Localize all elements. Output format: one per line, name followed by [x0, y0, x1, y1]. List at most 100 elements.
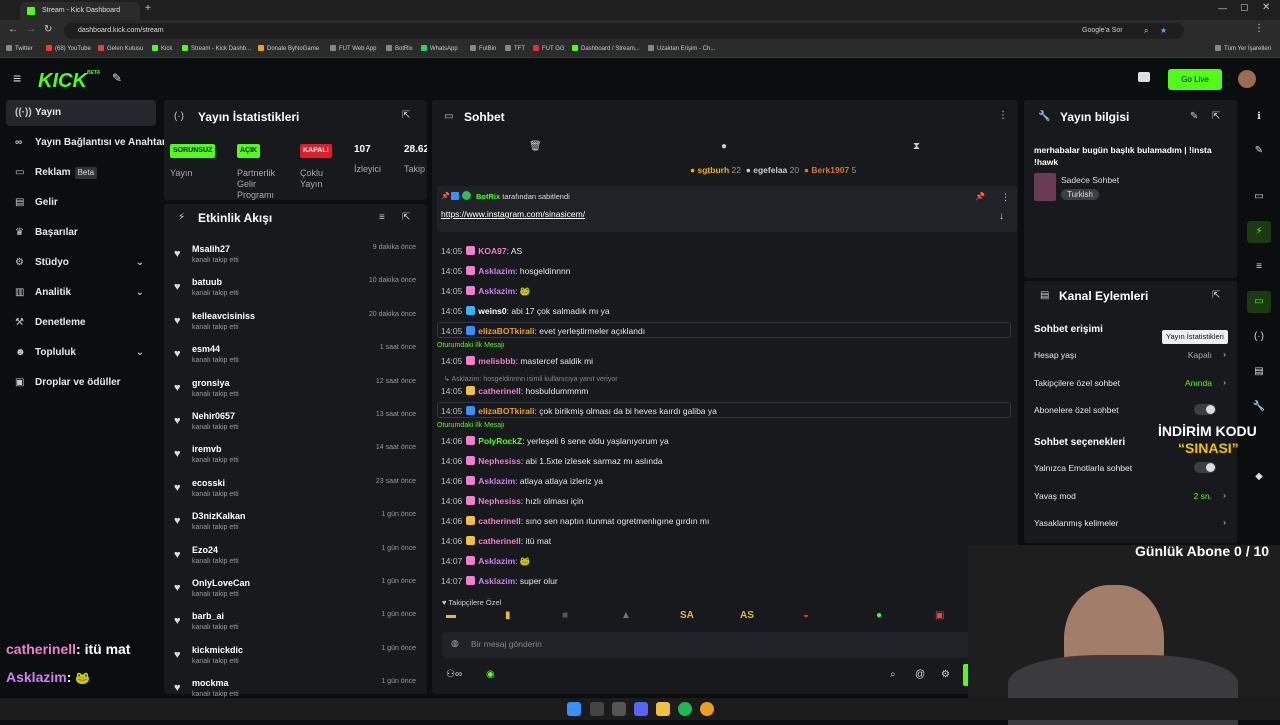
- chrome-icon[interactable]: [700, 702, 714, 716]
- search-icon[interactable]: ⌕: [890, 669, 896, 680]
- toggle-switch[interactable]: [1194, 462, 1216, 473]
- follower-name[interactable]: mockma: [192, 678, 229, 688]
- go-live-button[interactable]: Go Live: [1168, 69, 1222, 90]
- folder-icon[interactable]: [656, 702, 670, 716]
- edit-icon[interactable]: ✎: [1247, 140, 1271, 162]
- back-icon[interactable]: ←: [8, 24, 18, 35]
- bookmark[interactable]: FutBin: [470, 45, 496, 52]
- popout-icon[interactable]: ⇱: [1212, 290, 1220, 301]
- emote[interactable]: ▬: [446, 610, 456, 621]
- close-icon[interactable]: ✕: [1262, 2, 1270, 13]
- sidebar-item-stream[interactable]: ((·)) Yayın: [6, 100, 156, 126]
- setting-banned-words[interactable]: Yasaklanmış kelimeler ›: [1034, 517, 1226, 528]
- wrench-icon[interactable]: 🔧: [1247, 396, 1271, 418]
- kick-emote-icon[interactable]: ◉: [486, 669, 495, 680]
- activity-feed-item[interactable]: ♥ ecosski kanalı takip etti 23 saat önce: [170, 478, 420, 508]
- follower-name[interactable]: ecosski: [192, 478, 225, 488]
- activity-feed-item[interactable]: ♥ barb_ai kanalı takip etti 1 gün önce: [170, 611, 420, 641]
- bookmark[interactable]: FUT Web App: [330, 45, 376, 52]
- chat-input[interactable]: ◍ Bir mesaj gönderin: [442, 632, 972, 658]
- follower-name[interactable]: esm44: [192, 344, 220, 354]
- follower-name[interactable]: batuub: [192, 277, 222, 287]
- chat-username[interactable]: Nephesiss: [478, 456, 521, 466]
- kick-logo[interactable]: KICKBETA: [38, 70, 100, 93]
- bookmark[interactable]: Uzaktan Erişim - Ch...: [648, 45, 715, 52]
- menu-dots-icon[interactable]: ⋮: [1001, 192, 1010, 203]
- bookmark[interactable]: Dashboard / Stream...: [572, 45, 640, 52]
- browser-tab[interactable]: Stream - Kick Dashboard: [20, 2, 140, 20]
- chat-username[interactable]: Asklazim: [478, 266, 515, 276]
- gem-icon[interactable]: ◆: [1247, 466, 1271, 488]
- filter-icon[interactable]: ≡: [379, 212, 385, 223]
- bookmark[interactable]: Donate ByNoGame: [258, 45, 319, 52]
- chat-bubble-icon[interactable]: ●: [721, 141, 727, 152]
- chat-username[interactable]: Asklazim: [478, 576, 515, 586]
- popout-icon[interactable]: ⇱: [1212, 111, 1220, 122]
- star-icon[interactable]: ★: [1160, 23, 1167, 39]
- gifter-name[interactable]: sgtburh: [698, 165, 730, 175]
- sidebar-item-stream-key[interactable]: ∞ Yayın Bağlantısı ve Anahtarı: [6, 130, 169, 156]
- hamburger-icon[interactable]: ≡: [13, 70, 21, 86]
- bookmark[interactable]: Gelen Kutusu: [98, 45, 143, 52]
- video-icon[interactable]: ▭: [1247, 186, 1271, 208]
- follower-name[interactable]: kelleavcisiniss: [192, 311, 255, 321]
- follower-name[interactable]: Msalih27: [192, 244, 230, 254]
- list-icon[interactable]: ≡: [1247, 256, 1271, 278]
- chat-username[interactable]: catherinell: [478, 536, 521, 546]
- address-input[interactable]: dashboard.kick.com/stream Google'a Sor ⌕…: [64, 23, 1184, 39]
- bookmark[interactable]: FUT GG: [533, 45, 565, 52]
- follower-name[interactable]: OnlyLoveCan: [192, 578, 250, 588]
- reload-icon[interactable]: ↻: [44, 24, 52, 35]
- sidebar-item-moderation[interactable]: ⚒ Denetleme: [6, 310, 156, 336]
- follower-name[interactable]: Ezo24: [192, 545, 218, 555]
- setting-slow-mode[interactable]: Yavaş mod 2 sn. ›: [1034, 490, 1226, 501]
- activity-feed-item[interactable]: ♥ kelleavcisiniss kanalı takip etti 20 daki…: [170, 311, 420, 341]
- activity-feed-item[interactable]: ♥ esm44 kanalı takip etti 1 saat önce: [170, 344, 420, 374]
- chat-username[interactable]: elizaBOTkirali: [478, 326, 534, 336]
- setting-subscribers-only[interactable]: Abonelere özel sohbet: [1034, 404, 1226, 415]
- chat-username[interactable]: KOA97: [478, 246, 506, 256]
- broadcast-icon[interactable]: (·): [1247, 326, 1271, 348]
- category-name[interactable]: Sadece Sohbet: [1061, 175, 1119, 185]
- emote[interactable]: ■: [562, 610, 568, 621]
- activity-feed-item[interactable]: ♥ batuub kanalı takip etti 10 dakika önce: [170, 277, 420, 307]
- activity-feed-item[interactable]: ♥ gronsiya kanalı takip etti 12 saat önce: [170, 378, 420, 408]
- emote[interactable]: ▲: [621, 610, 631, 621]
- sidebar-item-community[interactable]: ☻ Topluluk ⌄: [6, 340, 156, 366]
- zoom-icon[interactable]: ⌕: [1144, 23, 1148, 39]
- follower-name[interactable]: kickmickdic: [192, 645, 243, 655]
- chat-username[interactable]: Asklazim: [478, 556, 515, 566]
- controller-icon[interactable]: [1138, 72, 1150, 82]
- follower-name[interactable]: D3nizKalkan: [192, 511, 246, 521]
- discord-icon[interactable]: [634, 702, 648, 716]
- sidebar-item-revenue[interactable]: ▤ Gelir: [6, 190, 156, 216]
- hourglass-icon[interactable]: ⧗: [913, 141, 920, 152]
- sidebar-item-drops[interactable]: ▣ Droplar ve ödüller: [6, 370, 156, 396]
- emote[interactable]: ◒: [803, 610, 809, 621]
- popout-icon[interactable]: ⇱: [402, 212, 410, 223]
- chat-username[interactable]: PolyRockZ: [478, 436, 522, 446]
- menu-dots-icon[interactable]: ⋮: [1254, 23, 1264, 34]
- gear-icon[interactable]: ⚙: [941, 669, 950, 680]
- sidebar-item-ads[interactable]: ▭ Reklam Beta: [6, 160, 156, 186]
- setting-account-age[interactable]: Hesap yaşı Kapalı ›: [1034, 349, 1226, 360]
- menu-dots-icon[interactable]: ⋮: [998, 110, 1008, 121]
- app-icon[interactable]: [612, 702, 626, 716]
- activity-feed-item[interactable]: ♥ iremvb kanalı takip etti 14 saat önce: [170, 444, 420, 474]
- chat-username[interactable]: Asklazim: [478, 286, 515, 296]
- windows-start-icon[interactable]: [567, 702, 581, 716]
- setting-followers-only[interactable]: Takipçilere özel sohbet Anında ›: [1034, 377, 1226, 388]
- chat-username[interactable]: catherinell: [478, 386, 521, 396]
- chat-username[interactable]: Nephesiss: [478, 496, 521, 506]
- minimize-icon[interactable]: —: [1218, 3, 1227, 13]
- chat-username[interactable]: catherinell: [478, 516, 521, 526]
- follower-name[interactable]: iremvb: [192, 444, 222, 454]
- google-lens-label[interactable]: Google'a Sor: [1082, 23, 1123, 39]
- chat-username[interactable]: weins0: [478, 306, 506, 316]
- new-tab-icon[interactable]: +: [145, 3, 151, 14]
- unpin-icon[interactable]: 📌: [975, 192, 985, 201]
- emote[interactable]: ●: [876, 610, 882, 621]
- bookmark[interactable]: Twitter: [6, 45, 33, 52]
- forward-icon[interactable]: →: [26, 24, 36, 35]
- pin-icon[interactable]: ✎: [112, 71, 122, 85]
